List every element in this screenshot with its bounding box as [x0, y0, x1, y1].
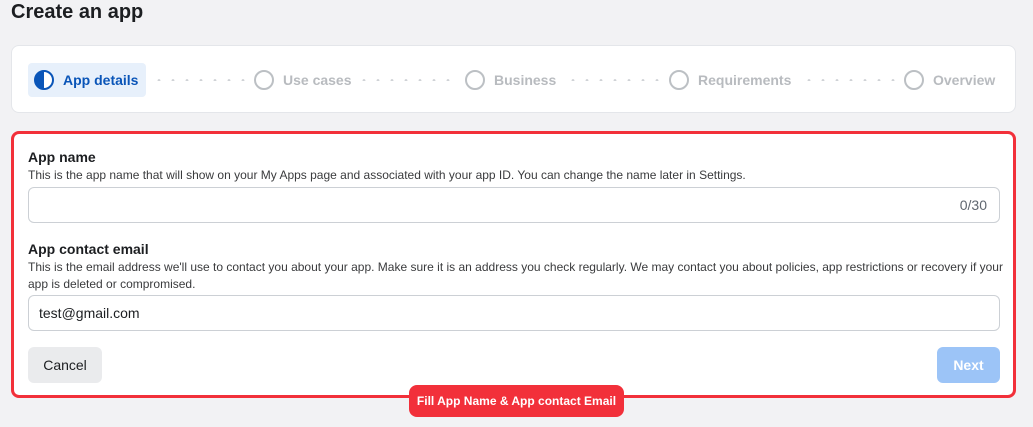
circle-icon: [904, 70, 924, 90]
step-requirements[interactable]: Requirements: [669, 63, 791, 97]
step-label: Overview: [933, 72, 996, 88]
circle-icon: [254, 70, 274, 90]
step-label: Business: [494, 72, 557, 88]
step-connector: [357, 79, 457, 81]
app-email-help: This is the email address we'll use to c…: [28, 260, 1003, 291]
step-label: Use cases: [283, 72, 352, 88]
step-app-details[interactable]: App details: [28, 63, 147, 97]
step-connector: [802, 79, 902, 81]
next-button[interactable]: Next: [937, 347, 1000, 383]
step-label: Requirements: [698, 72, 792, 88]
page-title: Create an app: [11, 1, 144, 23]
app-email-value: test@gmail.com: [39, 305, 140, 321]
app-name-help: This is the app name that will show on y…: [28, 168, 746, 182]
cancel-button[interactable]: Cancel: [28, 347, 102, 383]
circle-icon: [669, 70, 689, 90]
step-connector: [566, 79, 666, 81]
step-label: App details: [63, 72, 139, 88]
half-circle-icon: [34, 70, 54, 90]
app-email-label: App contact email: [28, 241, 149, 257]
step-business[interactable]: Business: [465, 63, 556, 97]
step-use-cases[interactable]: Use cases: [254, 63, 352, 97]
character-counter: 0/30: [959, 197, 987, 213]
app-details-form: App name This is the app name that will …: [11, 131, 1016, 398]
circle-icon: [465, 70, 485, 90]
app-name-input[interactable]: 0/30: [28, 187, 1000, 223]
app-email-input[interactable]: test@gmail.com: [28, 295, 1000, 331]
annotation-callout: Fill App Name & App contact Email: [409, 385, 624, 417]
app-name-label: App name: [28, 149, 96, 165]
step-overview[interactable]: Overview: [904, 63, 995, 97]
stepper: App details Use cases Business Requireme…: [11, 45, 1016, 113]
step-connector: [152, 79, 252, 81]
